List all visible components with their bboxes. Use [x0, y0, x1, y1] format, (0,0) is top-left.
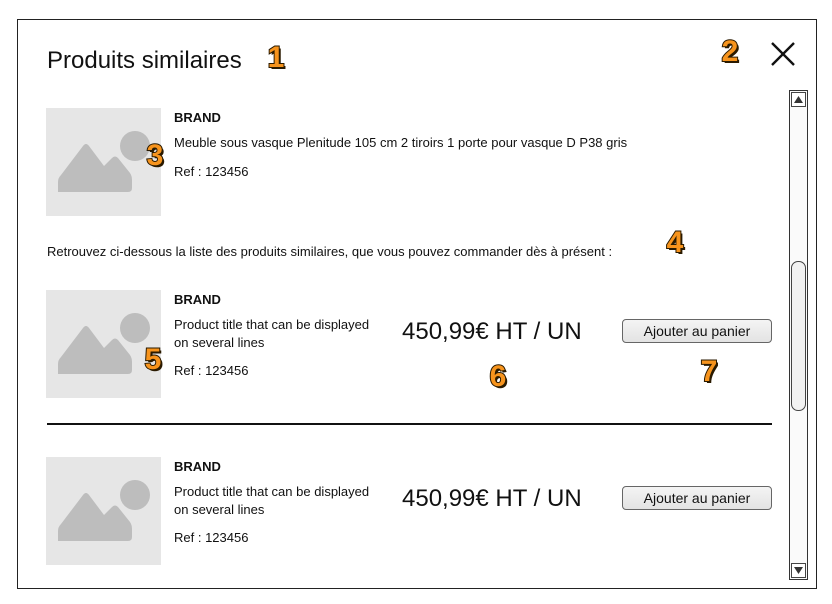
reference-product-image: [46, 108, 161, 216]
vertical-scrollbar[interactable]: [789, 90, 808, 580]
reference-product-title: Meuble sous vasque Plenitude 105 cm 2 ti…: [174, 135, 628, 150]
product-title-line: Product title that can be displayed: [174, 484, 370, 499]
reference-product-brand: BRAND: [174, 110, 221, 125]
image-placeholder-icon: [58, 313, 150, 374]
product-brand: BRAND: [174, 459, 221, 474]
add-to-cart-button[interactable]: Ajouter au panier: [622, 319, 772, 343]
product-image[interactable]: [46, 290, 161, 398]
similar-products-modal: Produits similaires BRAND Meuble sous va…: [17, 19, 817, 589]
arrow-up-icon: [794, 96, 803, 103]
add-to-cart-button[interactable]: Ajouter au panier: [622, 486, 772, 510]
product-price: 450,99€ HT / UN: [402, 485, 582, 512]
intro-text: Retrouvez ci-dessous la liste des produi…: [47, 244, 613, 259]
scroll-down-button[interactable]: [791, 563, 806, 578]
product-image[interactable]: [46, 457, 161, 565]
product-divider: [47, 423, 772, 425]
reference-product-ref: Ref : 123456: [174, 164, 249, 179]
product-price: 450,99€ HT / UN: [402, 318, 582, 345]
scroll-up-button[interactable]: [791, 92, 806, 107]
product-title-line: Product title that can be displayed: [174, 317, 370, 332]
close-icon: [771, 42, 795, 66]
product-brand: BRAND: [174, 292, 221, 307]
arrow-down-icon: [794, 567, 803, 574]
product-ref: Ref : 123456: [174, 530, 249, 545]
modal-title: Produits similaires: [47, 47, 242, 74]
product-ref: Ref : 123456: [174, 363, 249, 378]
product-title[interactable]: Product title that can be displayed on s…: [174, 483, 369, 519]
image-placeholder-icon: [58, 131, 150, 192]
image-placeholder-icon: [58, 480, 150, 541]
product-title-line: on several lines: [174, 502, 265, 517]
scroll-thumb[interactable]: [791, 261, 806, 411]
product-title[interactable]: Product title that can be displayed on s…: [174, 316, 369, 352]
close-button[interactable]: [769, 40, 797, 68]
product-title-line: on several lines: [174, 335, 265, 350]
